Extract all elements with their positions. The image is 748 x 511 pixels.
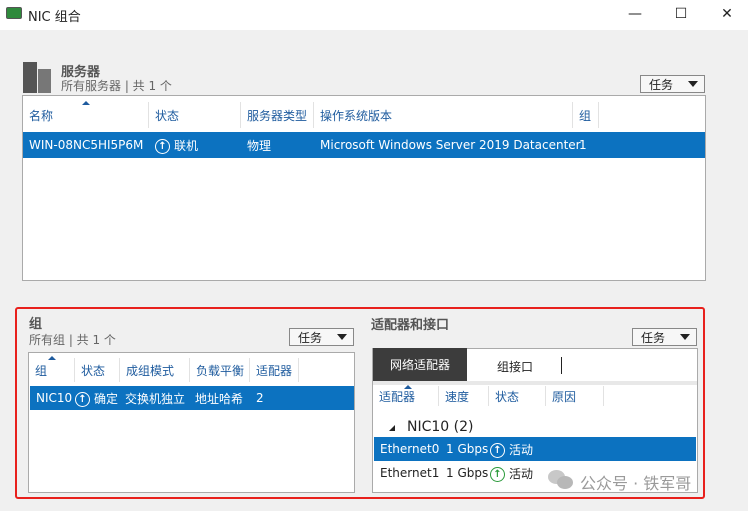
collapse-triangle-icon[interactable] [389, 425, 395, 431]
col-status[interactable]: 状态 [75, 358, 120, 382]
teams-table: 组 状态 成组模式 负载平衡 适配器 NIC10 ↑ 确定 交换机独立 地址哈希 … [28, 352, 355, 493]
server-name: WIN-08NC5HI5P6M [29, 138, 144, 152]
server-status: 联机 [174, 138, 199, 153]
group-header: NIC10 (2) [407, 419, 474, 435]
tasks-label: 任务 [649, 77, 674, 92]
col-adapters[interactable]: 适配器 [250, 358, 299, 382]
watermark: 公众号 · 铁军哥 [580, 474, 692, 493]
tasks-label: 任务 [641, 330, 666, 345]
status-up-icon: ↑ [490, 442, 505, 458]
col-status[interactable]: 状态 [489, 386, 546, 406]
status-up-icon: ↑ [155, 138, 170, 154]
minimize-button[interactable]: — [612, 0, 658, 28]
adapter-name: Ethernet0 [380, 442, 440, 456]
adapter-status: 活动 [509, 442, 534, 457]
chevron-down-icon [337, 334, 347, 340]
close-button[interactable]: ✕ [704, 0, 748, 28]
server-group: 1 [579, 138, 587, 152]
adapter-speed: 1 Gbps [446, 466, 489, 480]
chevron-down-icon [688, 81, 698, 87]
team-mode: 交换机独立 [125, 391, 186, 406]
tab-team-interfaces[interactable]: 组接口 [497, 358, 533, 375]
adapter-speed: 1 Gbps [446, 442, 489, 456]
nic-app-icon [6, 7, 22, 19]
team-lb: 地址哈希 [195, 391, 244, 406]
col-speed[interactable]: 速度 [439, 386, 489, 406]
adapter-name: Ethernet1 [380, 466, 440, 480]
adapter-status: 活动 [509, 466, 534, 481]
table-row[interactable]: NIC10 ↑ 确定 交换机独立 地址哈希 2 [30, 386, 354, 410]
status-up-icon: ↑ [75, 391, 90, 407]
status-up-icon: ↑ [490, 466, 505, 482]
adapters-title: 适配器和接口 [371, 318, 450, 333]
team-name: NIC10 [36, 391, 73, 405]
table-row[interactable]: Ethernet0 1 Gbps ↑ 活动 [374, 437, 696, 461]
teams-subtitle: 所有组 | 共 1 个 [29, 333, 116, 347]
chevron-down-icon [680, 334, 690, 340]
col-os-version[interactable]: 操作系统版本 [314, 102, 573, 128]
servers-tasks-button[interactable]: 任务 [640, 75, 705, 93]
servers-subtitle: 所有服务器 | 共 1 个 [61, 79, 172, 93]
tab-network-adapters[interactable]: 网络适配器 [373, 348, 467, 381]
col-name[interactable]: 名称 [23, 102, 149, 128]
teams-tasks-button[interactable]: 任务 [289, 328, 354, 346]
tab-divider [561, 357, 562, 374]
col-server-type[interactable]: 服务器类型 [241, 102, 314, 128]
server-type: 物理 [247, 138, 272, 153]
window-title: NIC 组合 [28, 10, 81, 25]
server-icon [23, 62, 51, 93]
wechat-icon [548, 470, 574, 490]
col-team[interactable]: 组 [29, 358, 75, 382]
col-group[interactable]: 组 [573, 102, 599, 128]
col-load-balancing[interactable]: 负载平衡 [190, 358, 250, 382]
servers-table: 名称 状态 服务器类型 操作系统版本 组 WIN-08NC5HI5P6M ↑ 联机… [22, 95, 706, 281]
tasks-label: 任务 [298, 330, 323, 345]
col-status[interactable]: 状态 [149, 102, 241, 128]
team-status: 确定 [94, 391, 119, 406]
col-mode[interactable]: 成组模式 [120, 358, 190, 382]
server-os: Microsoft Windows Server 2019 Datacenter [320, 138, 581, 152]
teams-title: 组 [29, 317, 43, 332]
adapters-tasks-button[interactable]: 任务 [632, 328, 697, 346]
maximize-button[interactable]: ☐ [658, 0, 704, 28]
title-bar: NIC 组合 — ☐ ✕ [0, 0, 748, 30]
table-row[interactable]: WIN-08NC5HI5P6M ↑ 联机 物理 Microsoft Windows… [23, 132, 705, 158]
col-reason[interactable]: 原因 [546, 386, 604, 406]
team-adapters: 2 [256, 391, 264, 405]
col-adapter[interactable]: 适配器 [373, 386, 439, 406]
